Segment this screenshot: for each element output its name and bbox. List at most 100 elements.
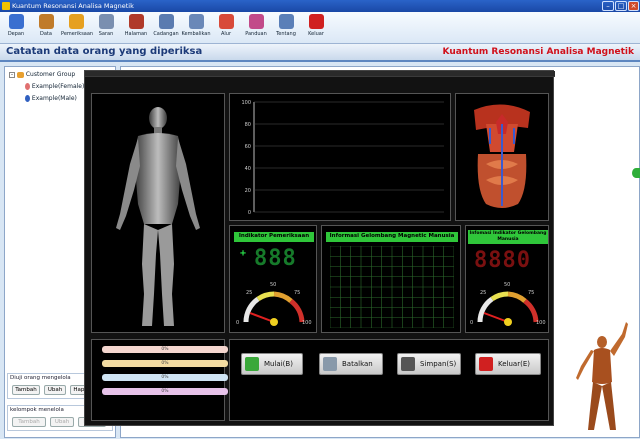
- minimize-button[interactable]: –: [602, 1, 614, 11]
- toolbar-button-label: Cadangan: [153, 31, 179, 37]
- info-indicator-panel: Infomasi Indikator Gelombang Manusia 888…: [465, 225, 549, 333]
- book-icon: [248, 14, 264, 29]
- home-icon: [8, 14, 24, 29]
- y-tick-label: 40: [245, 166, 251, 172]
- wave-grid: [330, 246, 454, 328]
- toolbar-button-label: Depan: [7, 31, 25, 37]
- gauge-tick: 75: [528, 290, 534, 296]
- hand-icon: [68, 14, 84, 29]
- toolbar-button-cadangan[interactable]: Cadangan: [151, 14, 181, 42]
- start-icon: [245, 357, 259, 371]
- progress-bar-1: 0%: [102, 346, 228, 353]
- backup-icon: [158, 14, 174, 29]
- indicator-sign: +: [240, 248, 247, 259]
- toolbar-button-label: Panduan: [245, 31, 267, 37]
- tree-root[interactable]: – Customer Group: [9, 71, 75, 78]
- gauge-tick: 25: [480, 290, 486, 296]
- window-title: Kuantum Resonansi Analisa Magnetik: [12, 2, 134, 10]
- document-icon: [98, 14, 114, 29]
- gauge-tick: 100: [536, 320, 546, 326]
- restore-icon: [188, 14, 204, 29]
- toolbar-button-label: Keluar: [308, 31, 324, 37]
- organ-image-panel: [455, 93, 549, 221]
- tree-item-label: Example(Female): [31, 83, 85, 90]
- tree-item[interactable]: Example(Female): [25, 83, 84, 90]
- flow-icon: [218, 14, 234, 29]
- tree-root-label: Customer Group: [25, 71, 76, 78]
- toolbar-button-tentang[interactable]: Tentang: [271, 14, 301, 42]
- maximize-button[interactable]: □: [615, 1, 627, 11]
- page-icon: [128, 14, 144, 29]
- toolbar-button-label: Kembalikan: [181, 31, 211, 37]
- chart-panel: 0 20 40 60 80 100: [229, 93, 451, 221]
- toolbar-button-halaman[interactable]: Halaman: [121, 14, 151, 42]
- toolbar-button-depan[interactable]: Depan: [1, 14, 31, 42]
- folder-icon: [16, 71, 24, 78]
- muscle-figure-image: [576, 322, 628, 430]
- save-icon: [401, 357, 415, 371]
- progress-bar-3: 0%: [102, 374, 228, 381]
- human-body-icon: [116, 107, 200, 326]
- gauge-tick: 100: [302, 320, 312, 326]
- side-expand-icon[interactable]: [632, 168, 640, 178]
- female-icon: [25, 83, 30, 90]
- actions-panel: [229, 339, 549, 421]
- info-indicator-title: Infomasi Indikator Gelombang Manusia: [468, 230, 548, 244]
- close-button[interactable]: ×: [628, 1, 639, 11]
- gauge-tick: 0: [236, 320, 239, 326]
- examination-dialog: 0 20 40 60 80 100 Indikator Pemeriksaan + 888…: [84, 70, 555, 426]
- y-tick-label: 0: [248, 210, 251, 216]
- toolbar-button-saran[interactable]: Saran: [91, 14, 121, 42]
- exit-button[interactable]: Keluar(E): [475, 353, 541, 375]
- add-group-button[interactable]: Tambah: [12, 417, 46, 427]
- organs-icon: [474, 104, 530, 208]
- y-tick-label: 80: [245, 122, 251, 128]
- chart: 0 20 40 60 80 100: [241, 100, 444, 216]
- indicator-gauge: 0 25 50 75 100: [236, 282, 312, 326]
- cancel-icon: [323, 357, 337, 371]
- info-indicator-digits: 8880: [474, 248, 531, 273]
- gauge-tick: 50: [504, 282, 510, 288]
- page-header: Catatan data orang yang diperiksa Kuantu…: [0, 44, 640, 62]
- edit-group-button[interactable]: Ubah: [50, 417, 74, 427]
- progress-bar-2: 0%: [102, 360, 228, 367]
- toolbar-button-data[interactable]: Data: [31, 14, 61, 42]
- tree-item-label: Example(Male): [31, 95, 77, 102]
- indicator-title: Indikator Pemeriksaan: [234, 232, 314, 242]
- y-tick-label: 20: [245, 188, 251, 194]
- collapse-icon[interactable]: –: [9, 71, 15, 78]
- brand-title: Kuantum Resonansi Analisa Magnetik: [442, 47, 635, 57]
- progress-bar-4: 0%: [102, 388, 228, 395]
- male-icon: [25, 95, 30, 102]
- tree-item[interactable]: Example(Male): [25, 95, 77, 102]
- toolbar-button-label: Tentang: [276, 31, 296, 37]
- exit-icon: [308, 14, 324, 29]
- toolbar: Depan Data Pemeriksaan Saran Halaman Cadangan…: [0, 12, 640, 44]
- cancel-button[interactable]: Batalkan: [319, 353, 383, 375]
- add-button[interactable]: Tambah: [12, 385, 40, 395]
- gauge-tick: 25: [246, 290, 252, 296]
- progress-panel: 0% 0% 0% 0%: [91, 339, 228, 421]
- toolbar-button-label: Saran: [98, 31, 114, 37]
- start-button[interactable]: Mulai(B): [241, 353, 303, 375]
- toolbar-button-alur[interactable]: Alur: [211, 14, 241, 42]
- gauge-tick: 0: [470, 320, 473, 326]
- indicator-panel: Indikator Pemeriksaan + 888 0 25 50 75 1…: [229, 225, 317, 333]
- y-tick-label: 100: [241, 100, 251, 106]
- page-title: Catatan data orang yang diperiksa: [6, 46, 203, 57]
- info-icon: [278, 14, 294, 29]
- toolbar-button-label: Alur: [220, 31, 232, 37]
- toolbar-button-kembalikan[interactable]: Kembalikan: [181, 14, 211, 42]
- toolbar-button-panduan[interactable]: Panduan: [241, 14, 271, 42]
- toolbar-button-label: Halaman: [124, 31, 148, 37]
- wave-panel: Informasi Gelombang Magnetic Manusia: [321, 225, 461, 333]
- exit-icon: [479, 357, 493, 371]
- info-gauge: 0 25 50 75 100: [470, 282, 546, 326]
- edit-button[interactable]: Ubah: [44, 385, 66, 395]
- toolbar-button-pemeriksaan[interactable]: Pemeriksaan: [61, 14, 94, 42]
- toolbar-button-keluar[interactable]: Keluar: [301, 14, 331, 42]
- wave-title: Informasi Gelombang Magnetic Manusia: [326, 232, 458, 242]
- gauge-tick: 50: [270, 282, 276, 288]
- toolbar-button-label: Pemeriksaan: [61, 31, 94, 37]
- save-button[interactable]: Simpan(S): [397, 353, 461, 375]
